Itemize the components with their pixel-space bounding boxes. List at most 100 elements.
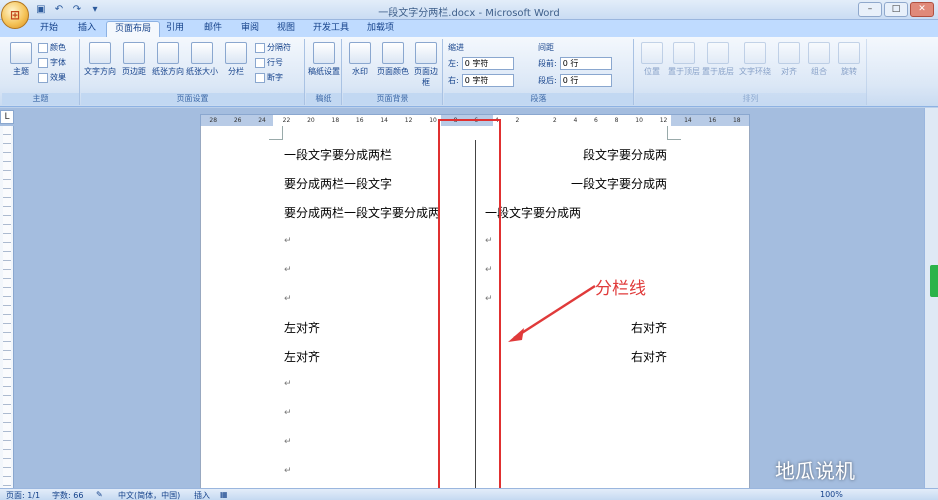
text-wrap-button[interactable]: 文字环绕 <box>737 40 773 90</box>
status-language[interactable]: 中文(简体，中国) <box>118 490 180 500</box>
paragraph-mark: ↵ <box>284 466 292 476</box>
orientation-button[interactable]: 纸张方向 <box>151 40 185 90</box>
tab-mailings[interactable]: 邮件 <box>196 21 230 37</box>
office-logo-icon: ⊞ <box>9 8 21 22</box>
indent-label: 缩进 <box>448 43 464 52</box>
rotate-button[interactable]: 旋转 <box>835 40 863 90</box>
watermark-button[interactable]: 水印 <box>343 40 377 90</box>
tab-references[interactable]: 引用 <box>158 21 192 37</box>
position-icon <box>641 42 663 64</box>
theme-effects-button[interactable]: 效果 <box>38 71 66 84</box>
group-label-paragraph: 段落 <box>444 93 633 105</box>
watermark-icon <box>349 42 371 64</box>
send-back-icon <box>707 42 729 64</box>
effects-icon <box>38 72 48 83</box>
title-bar: ⊞ ▣ ↶ ↷ ▾ 一段文字分两栏.docx - Microsoft Word … <box>0 0 938 29</box>
send-back-button[interactable]: 置于底层 <box>701 40 735 90</box>
zoom-level[interactable]: 100% <box>820 490 843 499</box>
minimize-button[interactable]: – <box>858 2 882 17</box>
status-mode[interactable]: 插入 <box>194 490 210 500</box>
tab-view[interactable]: 视图 <box>269 21 303 37</box>
ruler-number: 26 <box>233 117 242 124</box>
maximize-button[interactable]: □ <box>884 2 908 17</box>
tab-selector-icon[interactable]: L <box>0 110 14 124</box>
ruler-number: 10 <box>635 117 643 124</box>
ruler-number: 18 <box>732 117 741 124</box>
paragraph-mark: ↵ <box>284 265 292 275</box>
spacing-before-field[interactable]: 段前: 0 行 <box>538 56 612 70</box>
proofing-icon[interactable]: ✎ <box>96 490 103 499</box>
status-page[interactable]: 页面: 1/1 <box>6 490 40 500</box>
group-paragraph: 缩进 间距 左: 0 字符 右: 0 字符 段前: 0 行 段后: 0 行 段落 <box>444 39 634 105</box>
bring-front-button[interactable]: 置于顶层 <box>667 40 701 90</box>
page-border-button[interactable]: 页面边框 <box>411 40 441 90</box>
ruler-number: 8 <box>614 117 619 124</box>
close-button[interactable]: ✕ <box>910 2 934 17</box>
side-handle[interactable] <box>930 265 938 297</box>
hyphenation-button[interactable]: 断字 <box>255 71 283 84</box>
indent-right-field[interactable]: 右: 0 字符 <box>448 73 514 87</box>
ribbon: 主题 颜色 字体 效果 主题 文字方向 页边距 纸张方向 纸张大小 分栏 分隔符… <box>0 37 938 107</box>
tab-review[interactable]: 审阅 <box>233 21 267 37</box>
margins-button[interactable]: 页边距 <box>117 40 151 90</box>
text-direction-icon <box>89 42 111 64</box>
left-col-line-3: 要分成两栏一段文字要分成两 <box>284 206 441 220</box>
tab-home[interactable]: 开始 <box>32 21 66 37</box>
vertical-ruler[interactable] <box>0 126 14 488</box>
page-color-button[interactable]: 页面颜色 <box>375 40 411 90</box>
status-bar: 页面: 1/1 字数: 66 ✎ 中文(简体，中国) 插入 ▦ 100% <box>0 488 938 500</box>
theme-fonts-button[interactable]: 字体 <box>38 56 66 69</box>
tab-developer[interactable]: 开发工具 <box>305 21 357 37</box>
ruler-number: 22 <box>282 117 291 124</box>
right-col-line-4: 右对齐 <box>630 321 667 335</box>
breaks-button[interactable]: 分隔符 <box>255 41 291 54</box>
draft-icon <box>313 42 335 64</box>
breaks-icon <box>255 42 265 53</box>
left-col-line-1: 一段文字要分成两栏 <box>284 148 393 162</box>
ruler-number: 16 <box>708 117 717 124</box>
line-numbers-button[interactable]: 行号 <box>255 56 283 69</box>
ruler-number: 2 <box>552 117 557 124</box>
group-theme: 主题 颜色 字体 效果 主题 <box>2 39 80 105</box>
rotate-icon <box>838 42 860 64</box>
hyphenation-icon <box>255 72 265 83</box>
group-draft: 稿纸设置 稿纸 <box>306 39 342 105</box>
theme-colors-button[interactable]: 颜色 <box>38 41 66 54</box>
text-direction-button[interactable]: 文字方向 <box>83 40 117 90</box>
tab-insert[interactable]: 插入 <box>70 21 104 37</box>
tab-addins[interactable]: 加载项 <box>359 21 402 37</box>
macro-icon[interactable]: ▦ <box>220 490 228 499</box>
status-words[interactable]: 字数: 66 <box>52 490 83 500</box>
group-label-arrange: 排列 <box>635 93 866 105</box>
line-numbers-icon <box>255 57 265 68</box>
ruler-number: 6 <box>594 117 598 124</box>
right-col-line-5: 右对齐 <box>630 350 667 364</box>
ruler-number: 12 <box>659 117 668 124</box>
watermark-text: 地瓜说机 <box>775 459 855 483</box>
office-button[interactable]: ⊞ <box>1 1 29 29</box>
columns-button[interactable]: 分栏 <box>219 40 253 90</box>
size-icon <box>191 42 213 64</box>
group-arrange: 位置 置于顶层 置于底层 文字环绕 对齐 组合 旋转 排列 <box>635 39 867 105</box>
ruler-number: 4 <box>573 117 578 124</box>
theme-button[interactable]: 主题 <box>4 40 38 90</box>
vertical-scrollbar[interactable] <box>924 108 938 488</box>
align-icon <box>778 42 800 64</box>
group-label-page-setup: 页面设置 <box>81 93 304 105</box>
text-wrap-icon <box>744 42 766 64</box>
position-button[interactable]: 位置 <box>635 40 669 90</box>
group-objects-button[interactable]: 组合 <box>805 40 833 90</box>
columns-icon <box>225 42 247 64</box>
align-button[interactable]: 对齐 <box>775 40 803 90</box>
theme-icon <box>10 42 32 64</box>
left-col-line-5: 左对齐 <box>284 350 321 364</box>
indent-left-field[interactable]: 左: 0 字符 <box>448 56 514 70</box>
left-col-line-2: 要分成两栏一段文字 <box>284 177 393 191</box>
tab-page-layout[interactable]: 页面布局 <box>106 21 161 37</box>
size-button[interactable]: 纸张大小 <box>185 40 219 90</box>
paragraph-mark: ↵ <box>284 437 292 447</box>
draft-settings-button[interactable]: 稿纸设置 <box>307 40 341 90</box>
spacing-after-field[interactable]: 段后: 0 行 <box>538 73 612 87</box>
orientation-icon <box>157 42 179 64</box>
group-label-theme: 主题 <box>2 93 79 105</box>
